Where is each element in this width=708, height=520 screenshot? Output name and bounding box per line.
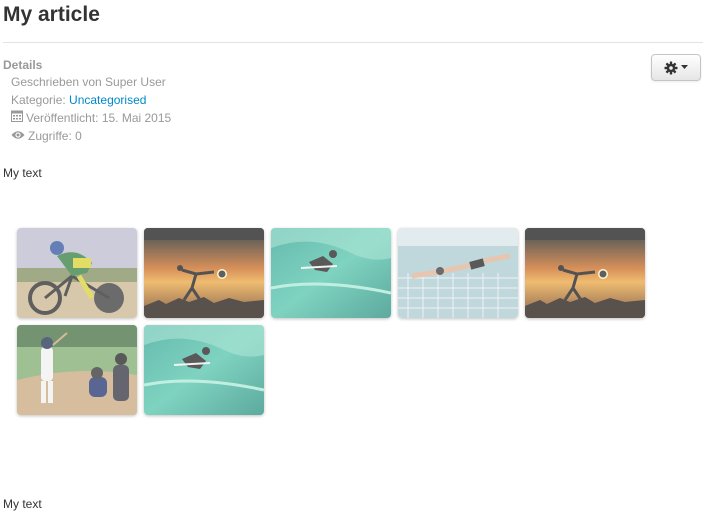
article-text-bottom: My text [3,497,42,511]
hits-line: Zugriffe: 0 [3,127,171,145]
gallery-thumb-cyclist[interactable] [17,228,137,318]
eye-icon [11,127,25,145]
gallery-thumb-swimmer[interactable] [398,228,518,318]
gallery-thumb-surfer-2[interactable] [144,325,264,415]
article-text-top: My text [3,166,42,180]
gallery-thumb-surfer-1[interactable] [271,228,391,318]
gallery-row-2 [17,325,264,415]
gallery-row-1 [17,228,645,318]
category-label: Kategorie: [11,93,70,107]
calendar-icon [11,109,23,127]
article-details: Details Geschrieben von Super User Kateg… [3,57,171,145]
category-line: Kategorie: Uncategorised [3,91,171,109]
title-divider [3,42,703,43]
gallery-thumb-sunset-kick-1[interactable] [144,228,264,318]
published-line: Veröffentlicht: 15. Mai 2015 [3,109,171,127]
gallery-thumb-sunset-kick-2[interactable] [525,228,645,318]
caret-down-icon [681,65,688,70]
gear-icon [664,61,678,75]
page-title: My article [3,3,100,26]
details-heading: Details [3,58,43,72]
published-text: Veröffentlicht: 15. Mai 2015 [26,111,172,125]
gallery-thumb-baseball[interactable] [17,325,137,415]
hits-text: Zugriffe: 0 [28,129,82,143]
author-text: Geschrieben von Super User [11,75,166,89]
category-link[interactable]: Uncategorised [69,91,146,109]
author-line: Geschrieben von Super User [3,73,171,91]
article-tools-button[interactable] [651,54,701,81]
